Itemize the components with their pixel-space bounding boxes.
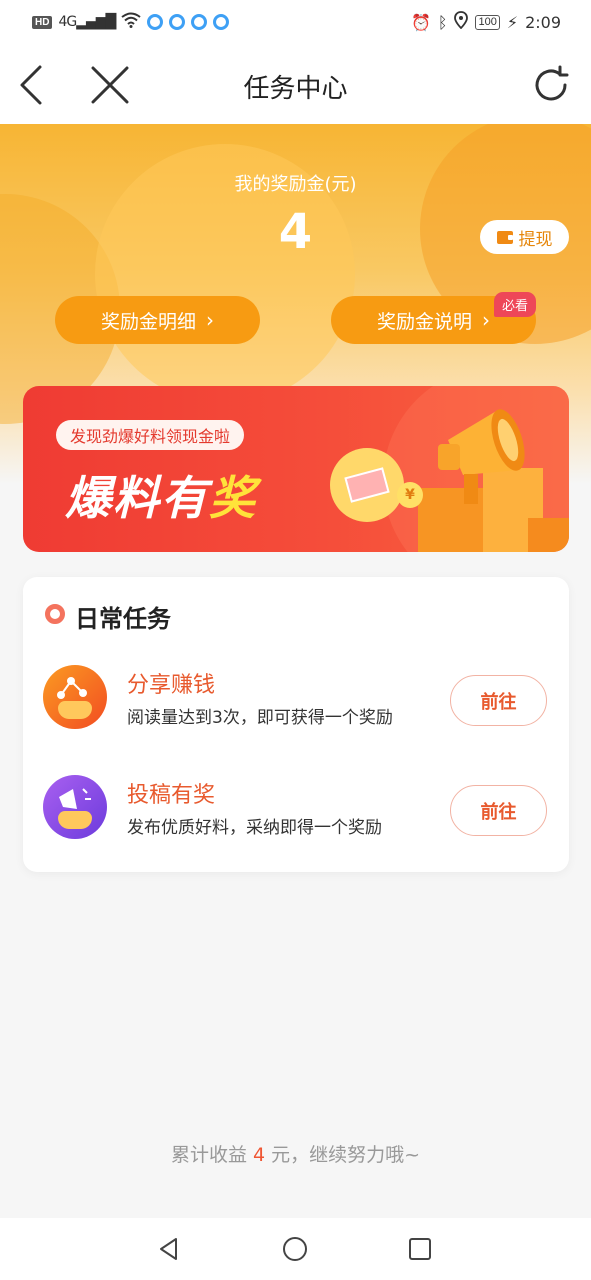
earnings-amount: 4 <box>252 1144 266 1166</box>
go-button[interactable]: 前往 <box>450 785 547 836</box>
task-desc: 发布优质好料，采纳即得一个奖励 <box>127 818 382 838</box>
total-earnings-note: 累计收益 4 元，继续努力哦~ <box>0 1140 591 1167</box>
nav-home-icon[interactable] <box>278 1232 312 1266</box>
share-icon <box>43 665 107 729</box>
location-icon <box>454 11 469 33</box>
withdraw-label: 提现 <box>518 229 553 250</box>
bluetooth-icon: ᛒ <box>437 12 448 32</box>
nav-back-icon[interactable] <box>152 1232 186 1266</box>
earnings-prefix: 累计收益 <box>170 1144 253 1166</box>
megaphone-icon <box>428 400 548 514</box>
megaphone-icon <box>43 775 107 839</box>
task-desc: 阅读量达到3次，即可获得一个奖励 <box>127 708 393 728</box>
task-item-submit: 投稿有奖 发布优质好料，采纳即得一个奖励 前往 <box>23 775 569 845</box>
status-right: ⏰ ᛒ 100 ⚡ 2:09 <box>411 11 561 33</box>
wallet-icon <box>496 230 513 244</box>
promo-banner[interactable]: 发现劲爆好料领现金啦 爆料有奖 ¥ <box>23 386 569 552</box>
clock: 2:09 <box>525 12 561 32</box>
wifi-icon <box>121 12 141 33</box>
gift-box-decor <box>528 518 569 552</box>
refresh-icon[interactable] <box>526 60 576 110</box>
earnings-suffix: 元，继续努力哦~ <box>265 1144 421 1166</box>
daily-tasks-heading: 日常任务 <box>75 605 171 633</box>
page-title: 任务中心 <box>243 74 348 104</box>
yen-coin-icon: ¥ <box>397 482 423 508</box>
system-nav-bar <box>0 1218 591 1280</box>
task-item-share: 分享赚钱 阅读量达到3次，即可获得一个奖励 前往 <box>23 665 569 735</box>
signal-icon: 4G▂▄▆█ <box>58 14 116 30</box>
rewards-explain-label: 奖励金说明 <box>376 310 472 333</box>
section-bullet-icon <box>45 604 65 624</box>
rewards-label: 我的奖励金(元) <box>234 174 357 195</box>
rewards-detail-label: 奖励金明细 <box>100 310 196 333</box>
rewards-detail-button[interactable]: 奖励金明细 › <box>55 296 260 344</box>
charging-icon: ⚡ <box>506 12 519 32</box>
status-left: HD 4G▂▄▆█ <box>32 12 230 33</box>
nav-recents-icon[interactable] <box>403 1232 437 1266</box>
go-button[interactable]: 前往 <box>450 675 547 726</box>
withdraw-button[interactable]: 提现 <box>480 220 569 254</box>
banner-title: 爆料有奖 <box>65 462 257 528</box>
task-title: 投稿有奖 <box>127 783 216 808</box>
banner-subtitle: 发现劲爆好料领现金啦 <box>56 420 245 450</box>
banner-title-part2: 奖 <box>209 471 257 525</box>
chevron-right-icon: › <box>482 308 490 332</box>
must-read-badge: 必看 <box>494 292 537 317</box>
alarm-icon: ⏰ <box>410 12 431 32</box>
top-nav-bar: 任务中心 <box>0 44 591 124</box>
app-notification-icon <box>191 14 208 30</box>
battery-icon: 100 <box>475 14 500 30</box>
chevron-right-icon: › <box>206 308 214 332</box>
app-notification-icon <box>213 14 230 30</box>
status-bar: HD 4G▂▄▆█ ⏰ ᛒ 100 ⚡ 2:09 <box>0 0 591 44</box>
app-notification-icon <box>147 14 164 30</box>
banner-title-part1: 爆料有 <box>65 471 209 525</box>
cash-icon <box>330 448 404 522</box>
daily-tasks-card: 日常任务 分享赚钱 阅读量达到3次，即可获得一个奖励 前往 投稿有奖 发布优质好… <box>23 577 569 872</box>
hd-badge: HD <box>32 15 53 29</box>
task-title: 分享赚钱 <box>127 673 216 698</box>
app-notification-icon <box>169 14 186 30</box>
